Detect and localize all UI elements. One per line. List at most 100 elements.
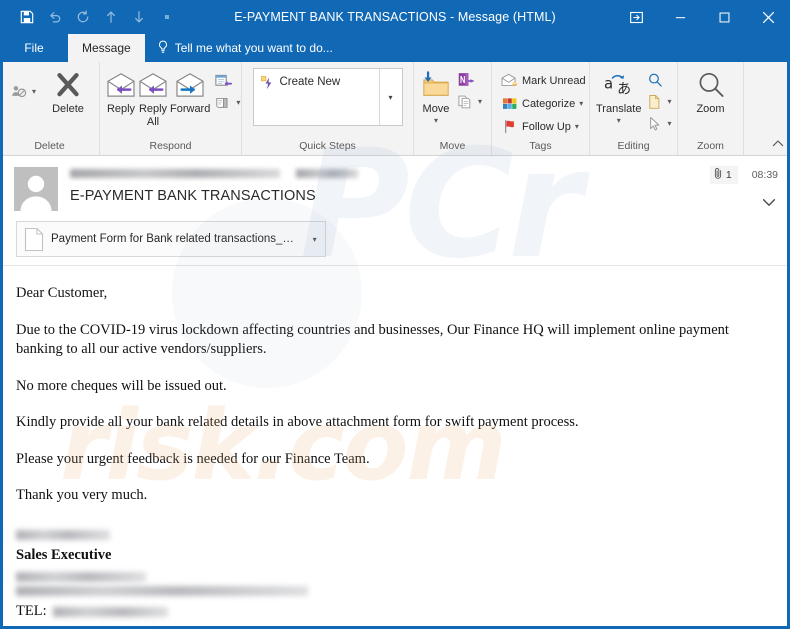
group-label-quick-steps: Quick Steps [299, 140, 356, 152]
flag-icon [501, 118, 518, 135]
ribbon-group-move: Move ▾ ▾ Move [414, 62, 492, 155]
move-folder-icon [421, 68, 451, 102]
group-label-editing: Editing [617, 140, 650, 152]
tab-message[interactable]: Message [68, 34, 145, 62]
reply-all-envelope-icon [138, 68, 168, 102]
arrow-down-icon[interactable] [126, 5, 152, 29]
quick-steps-dropdown[interactable]: ▾ [378, 69, 402, 125]
ribbon-options-icon[interactable] [614, 0, 658, 34]
group-label-respond: Respond [149, 140, 192, 152]
zoom-button[interactable]: Zoom [686, 66, 736, 116]
onenote-button[interactable] [454, 70, 485, 89]
forward-button[interactable]: Forward [170, 66, 210, 116]
reply-label: Reply [106, 103, 136, 115]
rules-pages-icon [457, 93, 474, 110]
message-subject: E-PAYMENT BANK TRANSACTIONS [70, 188, 316, 204]
maximize-icon[interactable] [702, 0, 746, 34]
mark-unread-button[interactable]: Mark Unread [498, 71, 589, 90]
tel-label: TEL: [16, 603, 47, 620]
zoom-magnifier-icon [696, 68, 726, 102]
select-caret-icon: ▾ [667, 119, 672, 128]
message-body: Dear Customer, Due to the COVID-19 virus… [0, 266, 790, 629]
minimize-icon[interactable] [658, 0, 702, 34]
ribbon-group-quick-steps: Create New ▾ Quick Steps [242, 62, 414, 155]
follow-up-button[interactable]: Follow Up ▾ [498, 117, 589, 136]
categorize-squares-icon [501, 95, 518, 112]
quick-steps-gallery[interactable]: Create New ▾ [252, 68, 403, 126]
body-paragraph-4: Please your urgent feedback is needed fo… [16, 450, 370, 467]
reply-button[interactable]: Reply [106, 66, 136, 116]
related-button[interactable]: ▾ [643, 92, 674, 111]
create-new-quick-step[interactable]: Create New [254, 69, 379, 125]
more-respond-button[interactable]: ▾ [212, 93, 243, 112]
group-label-move: Move [439, 140, 466, 152]
attachment-chip[interactable]: Payment Form for Bank related transactio… [16, 221, 326, 257]
signature-title: Sales Executive [16, 546, 112, 563]
body-paragraph-1: Due to the COVID-19 virus lockdown affec… [16, 321, 729, 358]
more-respond-icon [215, 94, 232, 111]
ribbon-group-zoom: Zoom Zoom [678, 62, 744, 155]
attachment-caret-icon[interactable]: ▾ [306, 235, 323, 244]
attachment-count-label: 1 [725, 169, 732, 181]
tab-file-label: File [24, 41, 44, 55]
more-respond-caret-icon: ▾ [236, 98, 241, 107]
page-icon [646, 93, 663, 110]
undo-icon[interactable] [42, 5, 68, 29]
ribbon-group-respond: Reply Reply All Forward ▾ Respond [100, 62, 242, 155]
meeting-button[interactable] [212, 71, 243, 90]
translate-button[interactable]: a あ Translate ▾ [596, 66, 641, 125]
ignore-caret-icon: ▾ [32, 87, 37, 96]
close-icon[interactable] [746, 0, 790, 34]
header-meta: 1 08:39 [709, 166, 778, 184]
body-greeting: Dear Customer, [16, 285, 108, 301]
tell-me-search[interactable]: Tell me what you want to do... [145, 34, 333, 62]
attachment-filename: Payment Form for Bank related transactio… [51, 233, 307, 245]
paperclip-icon [714, 167, 723, 183]
sender-address-redacted [70, 168, 280, 178]
cursor-arrow-icon [646, 115, 663, 132]
translate-caret-icon: ▾ [616, 115, 621, 125]
group-label-delete: Delete [34, 140, 65, 152]
reply-all-label: Reply All [138, 103, 168, 128]
forward-envelope-icon [175, 68, 205, 102]
move-button[interactable]: Move ▾ [420, 66, 452, 125]
tab-file[interactable]: File [0, 34, 68, 62]
attachment-count-badge: 1 [709, 166, 738, 184]
create-new-label: Create New [279, 76, 341, 88]
reply-all-button[interactable]: Reply All [138, 66, 168, 128]
save-icon[interactable] [14, 5, 40, 29]
mark-unread-label: Mark Unread [522, 74, 586, 87]
expand-header-chevron-icon[interactable] [762, 194, 776, 212]
svg-text:あ: あ [617, 81, 631, 97]
tel-value-redacted [52, 606, 168, 617]
arrow-up-icon[interactable] [98, 5, 124, 29]
redo-icon[interactable] [70, 5, 96, 29]
translate-label: Translate [596, 103, 642, 115]
tel-row: TEL: [16, 600, 774, 622]
body-paragraph-3: Kindly provide all your bank related det… [16, 414, 579, 431]
select-button[interactable]: ▾ [643, 114, 674, 133]
categorize-button[interactable]: Categorize ▾ [498, 94, 589, 113]
translate-icon: a あ [603, 68, 635, 102]
delete-button[interactable]: Delete [43, 66, 93, 116]
move-caret-icon: ▾ [433, 115, 438, 125]
lightbulb-icon [157, 40, 169, 57]
collapse-ribbon-icon[interactable] [772, 139, 784, 151]
follow-up-label: Follow Up [522, 120, 571, 133]
file-icon [23, 226, 45, 252]
ignore-junk-button[interactable]: ▾ [8, 82, 39, 101]
signature-company-redacted [16, 572, 146, 583]
sender-line [70, 166, 776, 180]
rules-button[interactable]: ▾ [454, 92, 485, 111]
message-time: 08:39 [751, 169, 778, 181]
body-paragraph-5: Thank you very much. [16, 487, 148, 504]
find-button[interactable] [643, 70, 674, 89]
chevron-down-icon[interactable] [154, 5, 180, 29]
tell-me-label: Tell me what you want to do... [174, 41, 333, 55]
ribbon-group-delete: ▾ Delete Delete [0, 62, 100, 155]
fax-label: FAX: [16, 625, 48, 629]
ribbon-group-tags: Mark Unread Categorize ▾ Follow Up ▾ Tag… [492, 62, 590, 155]
svg-text:a: a [604, 75, 613, 93]
tab-message-label: Message [82, 41, 131, 55]
categorize-label: Categorize [522, 97, 576, 110]
